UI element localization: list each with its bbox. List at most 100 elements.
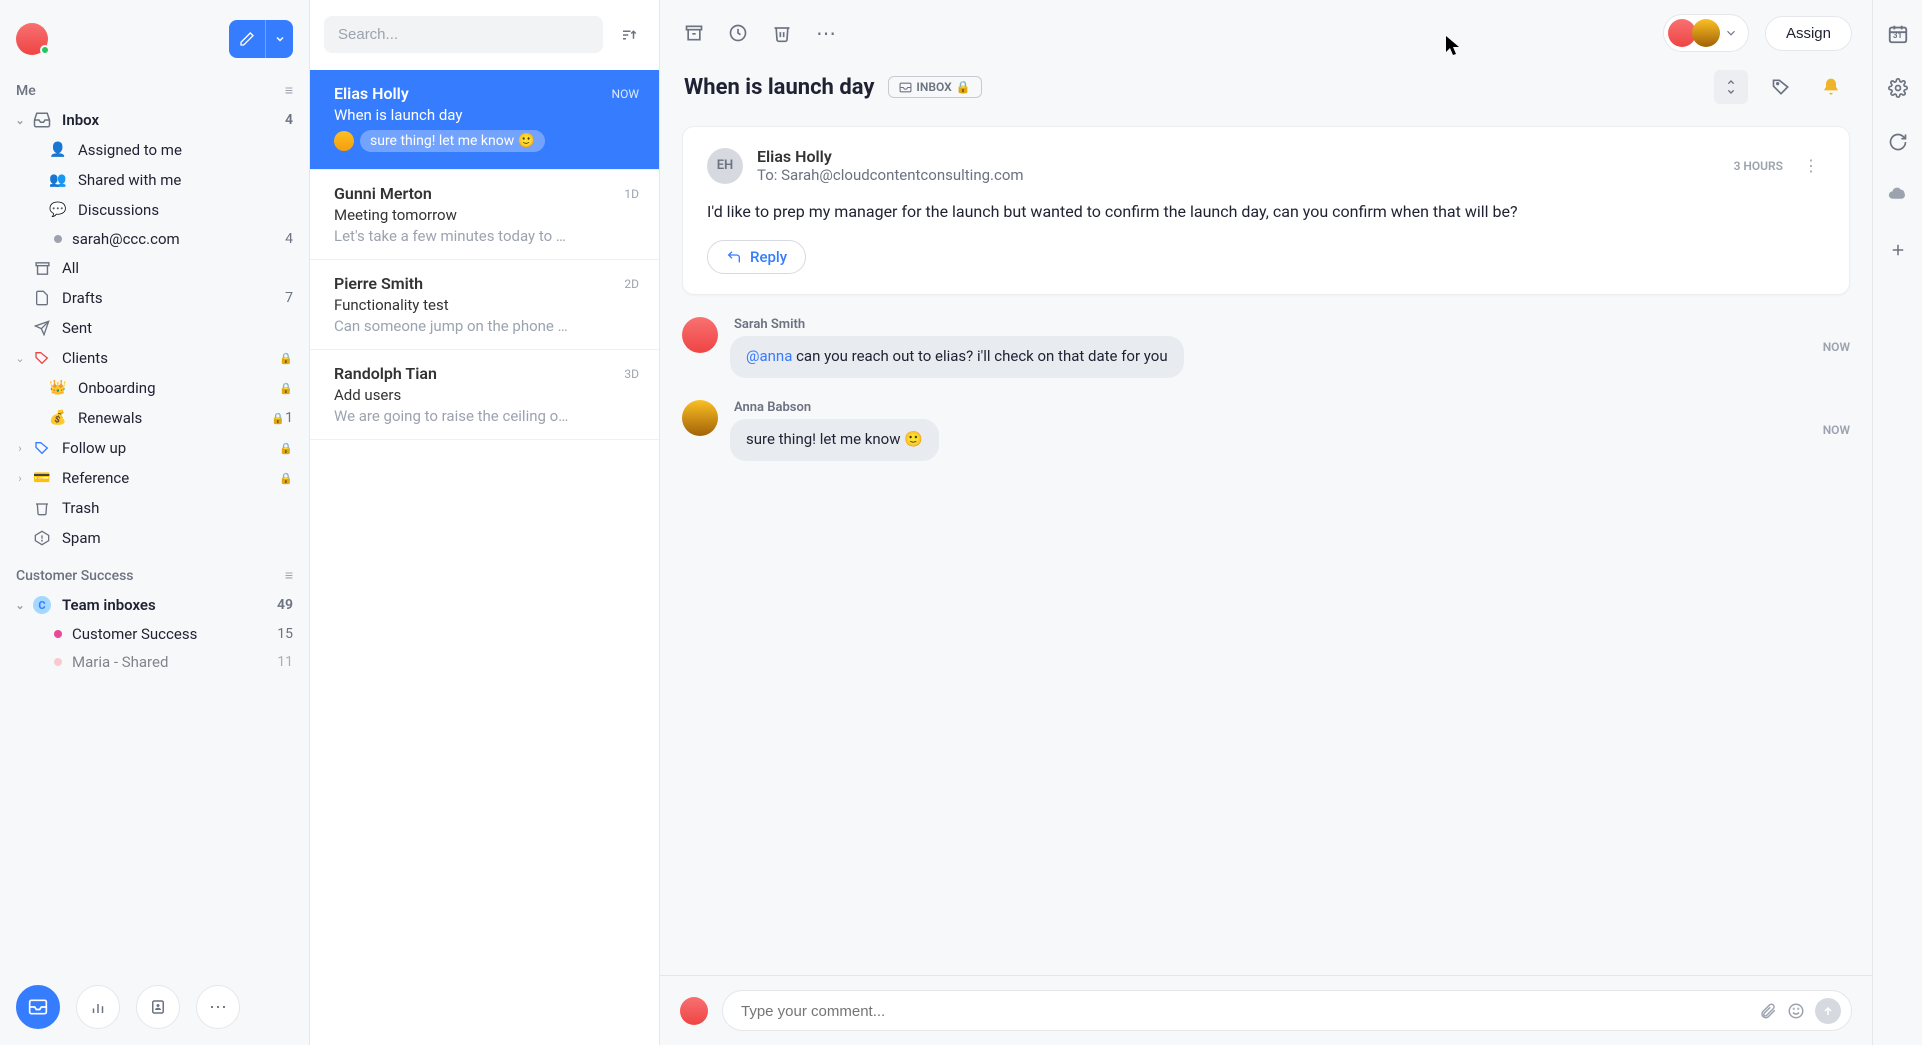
send-icon (32, 318, 52, 338)
user-avatar[interactable] (16, 23, 48, 55)
message-more-button[interactable]: ⋮ (1797, 156, 1825, 175)
sidebar-item-discussions[interactable]: 💬 Discussions (0, 195, 309, 225)
sidebar-item-label: Inbox (62, 111, 285, 129)
sidebar-item-renewals[interactable]: 💰 Renewals 🔒 1 (0, 403, 309, 433)
chevron-right-icon: › (12, 442, 28, 455)
clock-icon (728, 23, 748, 43)
sidebar-item-drafts[interactable]: Drafts 7 (0, 283, 309, 313)
trash-button[interactable] (768, 19, 796, 47)
composer-avatar (680, 997, 708, 1025)
sidebar-item-maria-shared[interactable]: Maria - Shared 11 (0, 648, 309, 676)
section-cs-label: Customer Success (16, 568, 134, 584)
lock-icon: 🔒 (279, 382, 293, 395)
sidebar-item-label: Clients (62, 349, 273, 367)
assign-button[interactable]: Assign (1765, 16, 1852, 51)
sort-button[interactable] (613, 19, 645, 51)
sidebar-item-count: 49 (277, 597, 293, 613)
snooze-button[interactable] (724, 19, 752, 47)
more-nav-button[interactable]: ⋯ (196, 985, 240, 1029)
conversation-item[interactable]: Elias Holly NOW When is launch day sure … (310, 70, 659, 170)
salesforce-button[interactable] (1884, 182, 1912, 210)
comment-text: @anna can you reach out to elias? i'll c… (730, 336, 1184, 378)
sidebar-item-clients[interactable]: ⌄ Clients 🔒 (0, 343, 309, 373)
comment-composer[interactable] (722, 990, 1852, 1031)
add-integration-button[interactable] (1884, 236, 1912, 264)
conversation-item[interactable]: Pierre Smith 2D Functionality test Can s… (310, 260, 659, 350)
contacts-nav-button[interactable] (136, 985, 180, 1029)
pencil-icon (239, 31, 255, 47)
message-card: EH Elias Holly To: Sarah@cloudcontentcon… (682, 126, 1850, 295)
alert-icon (32, 528, 52, 548)
conversation-sender: Randolph Tian (334, 364, 437, 383)
attach-button[interactable] (1759, 1002, 1777, 1020)
sidebar-item-sent[interactable]: Sent (0, 313, 309, 343)
comment-author: Sarah Smith (730, 317, 1811, 332)
inbox-tag[interactable]: INBOX 🔒 (888, 76, 981, 98)
expand-button[interactable] (1714, 70, 1748, 104)
more-actions-button[interactable]: ⋯ (812, 19, 840, 47)
sort-icon (620, 26, 638, 44)
settings-button[interactable] (1884, 74, 1912, 102)
refresh-button[interactable] (1884, 128, 1912, 156)
conversation-preview: We are going to raise the ceiling o… (334, 407, 639, 425)
sidebar-item-assigned[interactable]: 👤 Assigned to me (0, 135, 309, 165)
sidebar: Me ≡ ⌄ Inbox 4 👤 Assigned to me 👥 Shared… (0, 0, 310, 1045)
tag-button[interactable] (1764, 70, 1798, 104)
sidebar-item-spam[interactable]: Spam (0, 523, 309, 553)
mention[interactable]: @anna (746, 347, 792, 365)
sidebar-item-followup[interactable]: › Follow up 🔒 (0, 433, 309, 463)
search-input[interactable] (324, 16, 603, 53)
sidebar-item-label: Trash (62, 499, 293, 517)
sidebar-item-customer-success[interactable]: Customer Success 15 (0, 620, 309, 648)
sidebar-item-count: 4 (285, 112, 293, 128)
conversation-item[interactable]: Randolph Tian 3D Add users We are going … (310, 350, 659, 440)
calendar-button[interactable]: 31 (1884, 20, 1912, 48)
arrow-up-icon (1822, 1005, 1834, 1017)
compose-dropdown[interactable] (265, 20, 293, 58)
sidebar-item-inbox[interactable]: ⌄ Inbox 4 (0, 105, 309, 135)
sidebar-item-label: Shared with me (78, 171, 293, 189)
sender-name: Elias Holly (757, 147, 1720, 166)
conversation-time: 1D (624, 187, 639, 201)
section-menu-icon[interactable]: ≡ (285, 567, 293, 584)
conversation-list: Elias Holly NOW When is launch day sure … (310, 0, 660, 1045)
sidebar-item-count: 7 (285, 290, 293, 306)
emoji-button[interactable] (1787, 1002, 1805, 1020)
comment-input[interactable] (741, 1003, 1801, 1020)
sidebar-item-onboarding[interactable]: 👑 Onboarding 🔒 (0, 373, 309, 403)
analytics-nav-button[interactable] (76, 985, 120, 1029)
tag-icon (32, 348, 52, 368)
sidebar-item-reference[interactable]: › 💳 Reference 🔒 (0, 463, 309, 493)
conversation-item[interactable]: Gunni Merton 1D Meeting tomorrow Let's t… (310, 170, 659, 260)
inbox-icon (899, 81, 912, 94)
ellipsis-icon: ⋯ (209, 997, 227, 1018)
user-icon: 👤 (48, 140, 68, 160)
archive-button[interactable] (680, 19, 708, 47)
archive-icon (32, 258, 52, 278)
sidebar-item-sarah-email[interactable]: sarah@ccc.com 4 (0, 225, 309, 253)
send-button[interactable] (1815, 998, 1841, 1024)
assignees-picker[interactable] (1663, 14, 1749, 52)
lock-icon: 🔒 (279, 472, 293, 485)
comment-avatar-icon (334, 131, 354, 151)
conversation-subject: Functionality test (334, 296, 639, 314)
message-body: I'd like to prep my manager for the laun… (707, 200, 1825, 224)
reply-button[interactable]: Reply (707, 240, 806, 274)
sidebar-item-trash[interactable]: Trash (0, 493, 309, 523)
sidebar-item-team-inboxes[interactable]: ⌄ C Team inboxes 49 (0, 590, 309, 620)
sidebar-item-label: Renewals (78, 409, 265, 427)
sidebar-item-shared[interactable]: 👥 Shared with me (0, 165, 309, 195)
sidebar-item-label: Assigned to me (78, 141, 293, 159)
conversation-sender: Pierre Smith (334, 274, 423, 293)
compose-button[interactable] (229, 20, 265, 58)
tag-icon (32, 438, 52, 458)
section-me-label: Me (16, 83, 36, 99)
chat-icon: 💬 (48, 200, 68, 220)
trash-icon (772, 23, 792, 43)
sidebar-item-all[interactable]: All (0, 253, 309, 283)
subscribe-button[interactable] (1814, 70, 1848, 104)
bar-chart-icon (89, 998, 107, 1016)
section-menu-icon[interactable]: ≡ (285, 82, 293, 99)
inbox-nav-button[interactable] (16, 985, 60, 1029)
comment-time: NOW (1823, 340, 1850, 354)
